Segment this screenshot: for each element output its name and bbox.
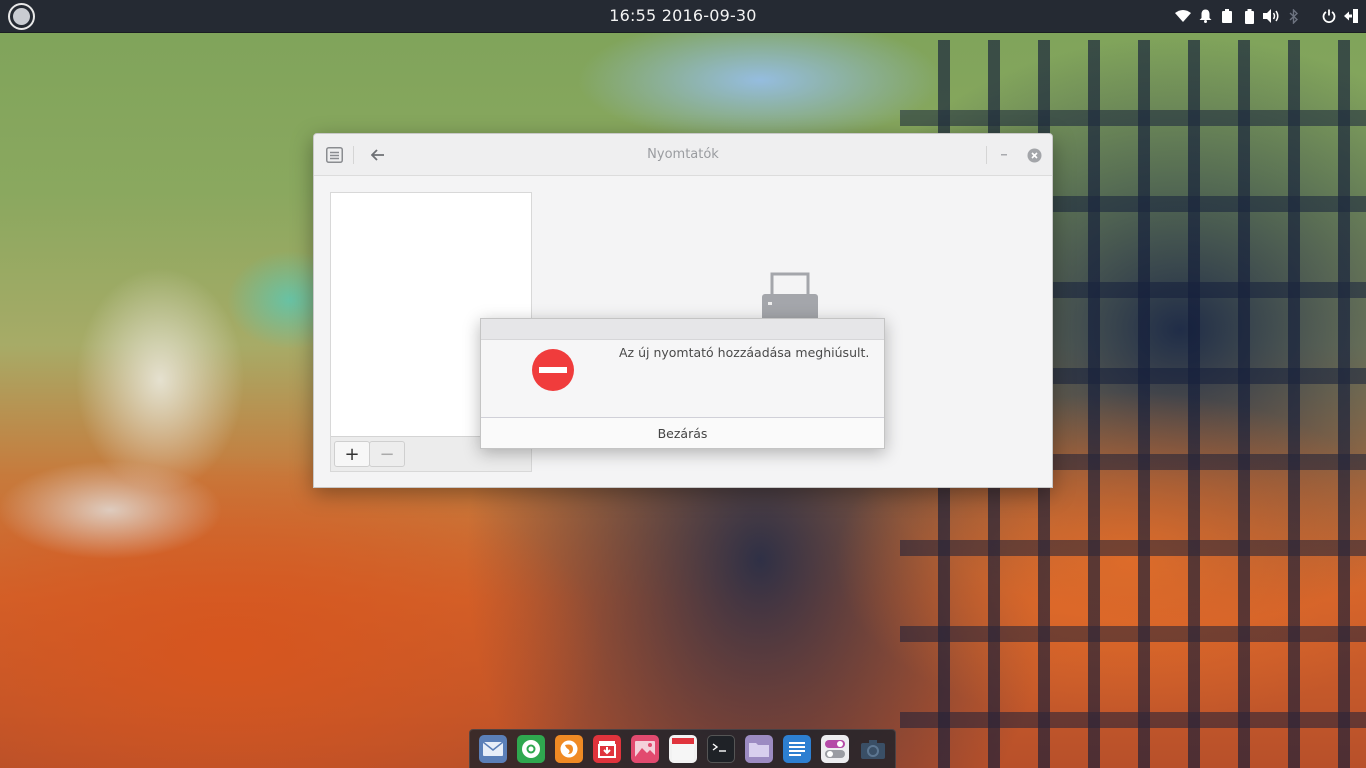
power-icon[interactable]	[1320, 6, 1338, 26]
logout-icon[interactable]	[1342, 6, 1360, 26]
bluetooth-icon[interactable]	[1284, 6, 1302, 26]
clock-date[interactable]: 2016-09-30	[662, 6, 757, 25]
system-tray	[1174, 6, 1360, 26]
terminal-icon[interactable]	[707, 735, 735, 763]
wifi-icon[interactable]	[1174, 6, 1192, 26]
screenshot-icon[interactable]	[859, 735, 887, 763]
header-separator	[986, 146, 987, 164]
clipboard-icon[interactable]	[1218, 6, 1236, 26]
software-store-icon[interactable]	[593, 735, 621, 763]
error-dialog: Az új nyomtató hozzáadása meghiúsult. Be…	[480, 318, 885, 449]
dialog-message: Az új nyomtató hozzáadása meghiúsult.	[619, 345, 870, 360]
clock-time[interactable]: 16:55	[609, 6, 656, 25]
image-viewer-icon[interactable]	[631, 735, 659, 763]
dialog-titlebar	[481, 319, 884, 340]
add-printer-button[interactable]: +	[334, 441, 370, 467]
files-icon[interactable]	[745, 735, 773, 763]
remove-printer-button[interactable]: −	[369, 441, 405, 467]
chrome-icon[interactable]	[517, 735, 545, 763]
window-title: Nyomtatók	[647, 147, 719, 162]
battery-icon[interactable]	[1240, 6, 1258, 26]
notification-bell-icon[interactable]	[1196, 6, 1214, 26]
minimize-icon[interactable]	[994, 145, 1014, 165]
window-header: Nyomtatók	[314, 134, 1052, 176]
mail-icon[interactable]	[479, 735, 507, 763]
dock	[469, 729, 896, 768]
firefox-icon[interactable]	[555, 735, 583, 763]
text-editor-icon[interactable]	[783, 735, 811, 763]
settings-toggle-icon[interactable]	[821, 735, 849, 763]
volume-icon[interactable]	[1262, 6, 1280, 26]
calendar-icon[interactable]	[669, 735, 697, 763]
close-icon[interactable]	[1024, 145, 1044, 165]
error-stop-icon	[531, 348, 575, 392]
clock[interactable]: 16:55 2016-09-30	[0, 6, 1366, 25]
close-dialog-button[interactable]: Bezárás	[481, 417, 884, 448]
top-panel: 16:55 2016-09-30	[0, 0, 1366, 33]
